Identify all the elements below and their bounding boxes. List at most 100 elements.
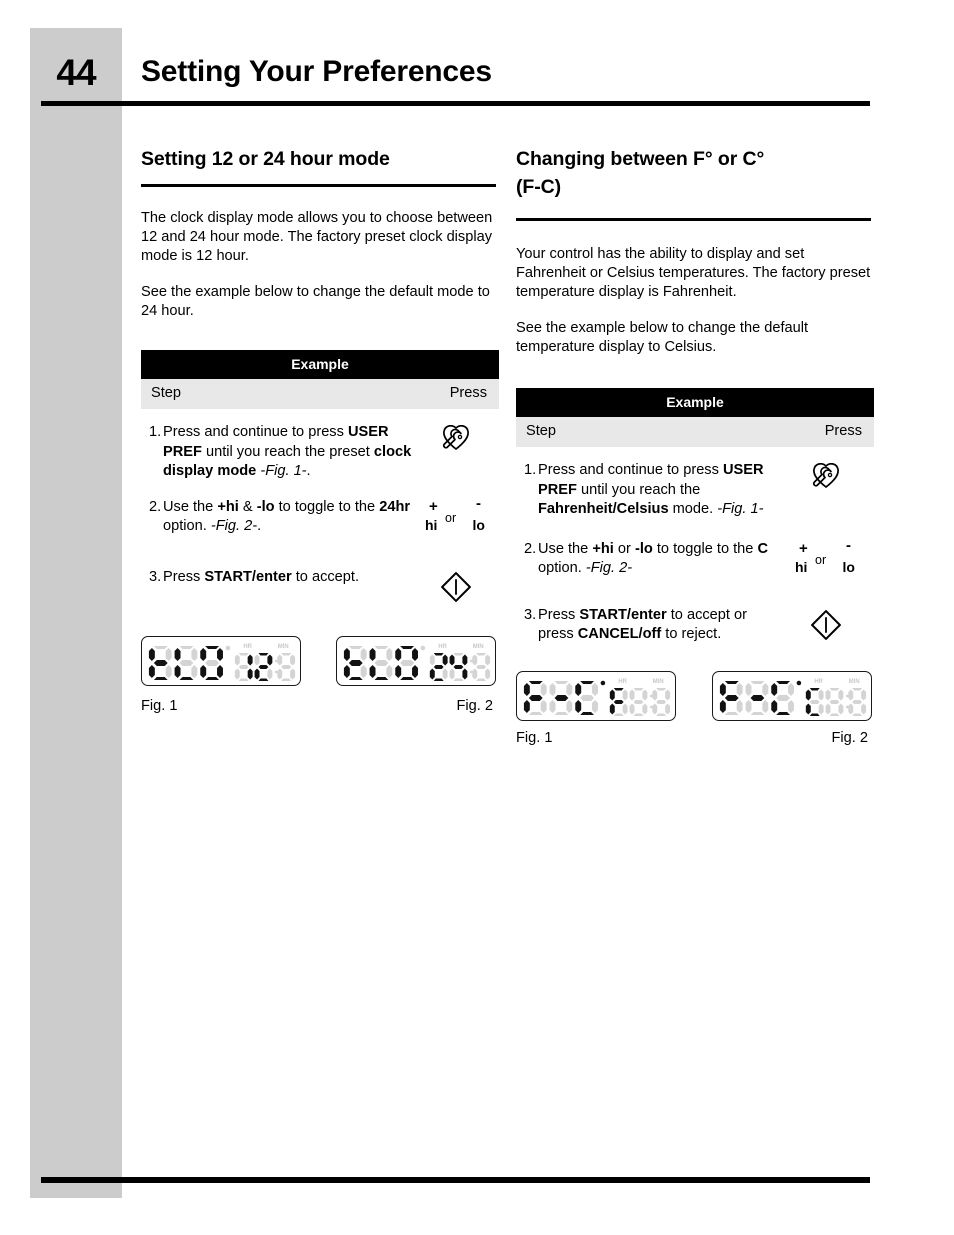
svg-text:MIN: MIN bbox=[653, 678, 664, 684]
lcd-digit-blank-3 bbox=[629, 687, 648, 716]
lcd-degree-symbol bbox=[600, 680, 606, 685]
left-paragraph-2: See the example below to change the defa… bbox=[141, 284, 490, 319]
svg-text:HR: HR bbox=[438, 643, 447, 649]
lcd-char-L-2 bbox=[369, 645, 393, 680]
lcd-digit-C bbox=[805, 687, 824, 716]
left-step-3-text: Press START/enter to accept. bbox=[163, 568, 360, 585]
lcd-hr-label: HR bbox=[243, 643, 252, 649]
svg-text:HR: HR bbox=[618, 678, 627, 684]
hi-lo-or-label: or bbox=[445, 510, 457, 525]
left-step-2-press: + - hi or lo bbox=[413, 495, 499, 536]
right-table-subheader: Step Press bbox=[516, 417, 874, 447]
right-step-3-text: Press START/enter to accept or press CAN… bbox=[538, 606, 747, 643]
lcd-digit-2b bbox=[429, 652, 448, 681]
hi-label: hi bbox=[795, 558, 808, 575]
svg-text:MIN: MIN bbox=[473, 643, 484, 649]
lcd-char-C-4 bbox=[771, 680, 794, 715]
right-step-2: 2. Use the +hi or -lo to toggle to the C… bbox=[516, 537, 874, 586]
left-paragraph-1: The clock display mode allows you to cho… bbox=[141, 210, 493, 264]
right-steps-list: 1. Press and continue to press USER PREF… bbox=[516, 461, 874, 652]
left-example-table: Example Step Press bbox=[141, 350, 499, 409]
left-step-1-number: 1. bbox=[149, 424, 162, 440]
hi-lo-icon: + - hi or lo bbox=[795, 537, 857, 578]
left-step-3: 3. Press START/enter to accept. bbox=[141, 568, 499, 614]
lo-label: lo bbox=[842, 558, 855, 575]
page-number: 44 bbox=[56, 52, 96, 93]
left-step-2: 2. Use the +hi & -lo to toggle to the 24… bbox=[141, 495, 499, 544]
right-step-2-number: 2. bbox=[524, 540, 537, 557]
right-step-3-press bbox=[778, 606, 874, 642]
lcd-digit-4b bbox=[449, 652, 468, 681]
hi-label: hi bbox=[425, 516, 438, 533]
user-pref-wrench-icon bbox=[812, 463, 839, 489]
start-enter-diamond-icon bbox=[811, 609, 841, 640]
left-step-3-number: 3. bbox=[149, 568, 162, 585]
right-lcd-fig-2: HR MIN bbox=[712, 670, 872, 721]
left-step-3-press bbox=[413, 568, 499, 604]
lcd-digit-blank-6 bbox=[848, 687, 867, 716]
lcd-digit-blank-4 bbox=[652, 687, 671, 716]
footer-rule bbox=[41, 1177, 870, 1183]
left-fig-1-caption: Fig. 1 bbox=[141, 697, 178, 714]
left-step-2-text: Use the +hi & -lo to toggle to the 24hr … bbox=[163, 498, 411, 535]
left-col-press-label: Press bbox=[449, 385, 487, 401]
lcd-char-L-1 bbox=[174, 645, 198, 680]
right-step-2-text: Use the +hi or -lo to toggle to the C op… bbox=[538, 540, 769, 577]
right-lcd-fig-1: HR MIN bbox=[516, 670, 676, 721]
right-col-step-label: Step bbox=[526, 423, 557, 439]
lcd-digit-2a bbox=[254, 652, 273, 681]
user-pref-wrench-icon bbox=[442, 425, 469, 451]
header-rule bbox=[41, 101, 870, 106]
lcd-digit-blank-1 bbox=[277, 652, 296, 681]
lcd-char-C-3 bbox=[575, 680, 598, 715]
hi-lo-icon: + - hi or lo bbox=[425, 495, 487, 536]
right-step-1-text: Press and continue to press USER PREF un… bbox=[538, 462, 764, 517]
right-section-heading-line-2: (F-C) bbox=[516, 176, 561, 198]
page-side-band bbox=[30, 28, 122, 1198]
start-enter-diamond-icon bbox=[441, 571, 471, 602]
lcd-digit-blank-5 bbox=[825, 687, 844, 716]
hi-lo-or-label: or bbox=[815, 552, 827, 567]
page-title: Setting Your Preferences bbox=[141, 55, 492, 88]
hi-lo-minus-sign: - bbox=[846, 536, 851, 554]
right-step-1-number: 1. bbox=[524, 462, 537, 478]
right-section-heading-line-1: Changing between F° or C° bbox=[516, 148, 765, 170]
left-col-step-label: Step bbox=[151, 385, 182, 401]
right-fig-2-caption: Fig. 2 bbox=[831, 729, 869, 746]
left-table-title: Example bbox=[141, 350, 499, 379]
lcd-char-O-2 bbox=[395, 645, 418, 680]
hi-lo-plus-sign: + bbox=[429, 497, 438, 515]
right-col-press-label: Press bbox=[824, 423, 862, 439]
lcd-char-dash-1 bbox=[549, 680, 573, 715]
left-step-2-number: 2. bbox=[149, 498, 162, 515]
right-column: Changing between F° or C° (F-C) Your con… bbox=[516, 145, 874, 746]
lcd-char-C-1 bbox=[148, 645, 172, 680]
lcd-char-dash-2 bbox=[745, 680, 769, 715]
svg-text:MIN: MIN bbox=[849, 678, 860, 684]
left-section-heading: Setting 12 or 24 hour mode bbox=[141, 148, 390, 170]
right-step-1: 1. Press and continue to press USER PREF… bbox=[516, 461, 874, 520]
left-steps-list: 1. Press and continue to press USER PREF… bbox=[141, 423, 499, 614]
right-fig-1-caption: Fig. 1 bbox=[516, 729, 553, 746]
right-step-1-press bbox=[778, 461, 874, 489]
lcd-digit-blank-2 bbox=[472, 652, 491, 681]
left-table-subheader: Step Press bbox=[141, 379, 499, 409]
left-figure-captions: Fig. 1 Fig. 2 bbox=[141, 698, 499, 714]
lo-label: lo bbox=[472, 516, 485, 533]
left-fig-2-caption: Fig. 2 bbox=[456, 697, 494, 714]
right-step-3: 3. Press START/enter to accept or press … bbox=[516, 606, 874, 652]
lcd-digit-1a bbox=[234, 652, 253, 681]
svg-text:HR: HR bbox=[814, 678, 823, 684]
right-step-3-number: 3. bbox=[524, 606, 537, 623]
lcd-degree-symbol bbox=[796, 680, 802, 685]
right-table-title: Example bbox=[516, 388, 874, 417]
right-heading-rule bbox=[516, 218, 871, 221]
hi-lo-plus-sign: + bbox=[799, 539, 808, 557]
lcd-min-label: MIN bbox=[278, 643, 289, 649]
right-example-table: Example Step Press bbox=[516, 388, 874, 447]
left-step-1: 1. Press and continue to press USER PREF… bbox=[141, 423, 499, 482]
left-lcd-fig-1: HR MIN bbox=[141, 635, 301, 686]
lcd-digit-F bbox=[609, 687, 628, 716]
left-step-1-text: Press and continue to press USER PREF un… bbox=[163, 424, 412, 479]
left-lcd-fig-2: HR MIN bbox=[336, 635, 496, 686]
